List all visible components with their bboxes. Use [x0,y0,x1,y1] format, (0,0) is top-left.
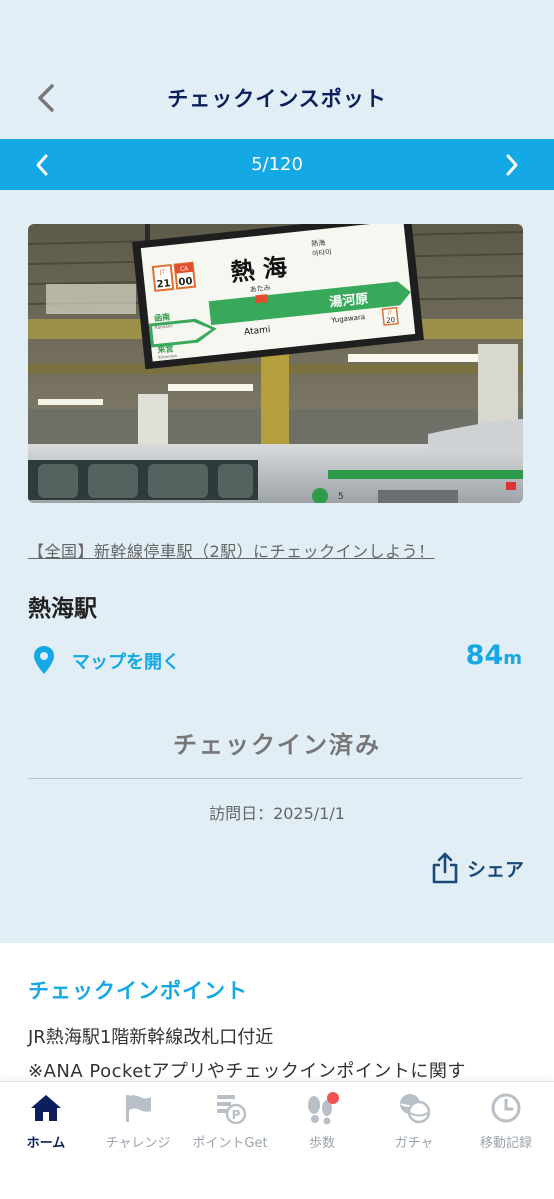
tab-gacha[interactable]: ガチャ [368,1082,460,1162]
share-label: シェア [466,858,524,881]
spot-pager: 5/120 [0,139,554,190]
checkin-point-location: JR熱海駅1階新幹線改札口付近 [28,1027,274,1048]
distance: 84m [466,640,522,671]
checkin-point-note: ※ANA Pocketアプリやチェックインポイントに関す [28,1061,466,1082]
challenge-link[interactable]: 【全国】新幹線停車駅（2駅）にチェックインしよう！ [28,538,514,562]
gacha-icon [400,1094,431,1124]
points-icon: P [217,1095,246,1124]
checkin-point-card: チェックインポイント JR熱海駅1階新幹線改札口付近 ※ANA Pocketアプ… [0,943,554,1103]
bottom-tab-bar: ホーム チャレンジ P ポイントGet 歩数 ガチャ 移動記録 [0,1081,554,1199]
svg-text:00: 00 [178,276,193,288]
page-title: チェックインスポット [167,87,387,111]
station-name: 熱海駅 [28,596,97,622]
footsteps-icon [308,1092,339,1125]
tab-steps[interactable]: 歩数 [276,1082,368,1162]
car-number: 5 [338,492,344,502]
map-row: マップを開く 84m [28,640,524,680]
tab-points-label: ポイントGet [192,1136,268,1151]
visit-date: 訪問日：2025/1/1 [209,804,345,823]
svg-text:P: P [232,1108,241,1122]
next-spot-button[interactable] [494,147,530,183]
flag-icon [126,1095,151,1122]
tab-home-label: ホーム [26,1136,66,1151]
svg-text:20: 20 [386,316,396,325]
checkin-status: チェックイン済み [173,731,381,759]
svg-text:JT: JT [158,269,165,277]
svg-text:函南: 函南 [154,311,171,323]
share-button[interactable]: シェア [431,850,524,886]
tab-challenge-label: チャレンジ [105,1136,171,1151]
tab-history-label: 移動記録 [479,1136,532,1151]
notification-badge [327,1092,339,1104]
distance-unit: m [503,648,522,669]
svg-text:21: 21 [156,278,171,290]
chevron-right-icon [506,154,518,176]
share-icon [432,852,458,884]
tab-home[interactable]: ホーム [0,1082,92,1162]
tab-steps-label: 歩数 [308,1136,335,1151]
checkin-point-title: チェックインポイント [28,979,248,1003]
clock-icon [491,1093,521,1123]
tab-gacha-label: ガチャ [394,1136,434,1151]
spot-photo: 5 JT 21 CA 00 熱 海 あたみ Atami 熱海 아타미 湯河原 Y… [28,224,523,503]
pager-count: 5/120 [251,154,303,175]
distance-value: 84 [465,640,504,671]
open-map-link[interactable]: マップを開く [72,648,180,674]
svg-text:熱海: 熱海 [311,238,326,248]
tab-history[interactable]: 移動記録 [460,1082,552,1162]
map-pin-icon [34,646,54,674]
app-header: チェックインスポット [0,0,554,139]
tab-challenge[interactable]: チャレンジ [92,1082,184,1162]
svg-text:熱 海: 熱 海 [229,253,288,287]
tab-points[interactable]: P ポイントGet [184,1082,276,1162]
home-icon [31,1095,61,1121]
divider [28,778,522,779]
station-photo-illustration: 5 JT 21 CA 00 熱 海 あたみ Atami 熱海 아타미 湯河原 Y… [28,224,523,503]
